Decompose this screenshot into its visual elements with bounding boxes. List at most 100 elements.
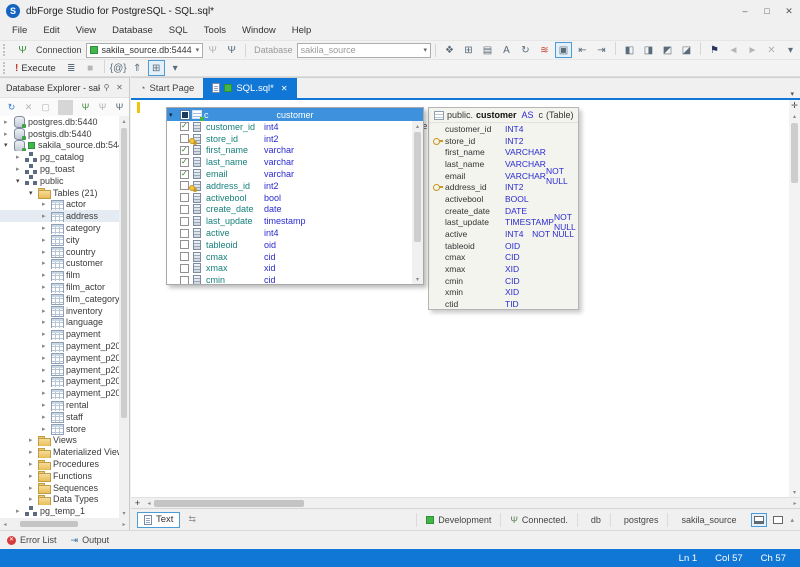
tree-item[interactable]: customer	[0, 258, 119, 270]
close-tab-icon[interactable]: ✕	[281, 84, 288, 93]
add-tab-group-button[interactable]: +	[131, 498, 144, 509]
expander-icon[interactable]	[42, 354, 51, 362]
column-checkbox[interactable]	[180, 122, 189, 131]
expander-icon[interactable]	[29, 472, 38, 480]
tree-item[interactable]: Materialized Views	[0, 446, 119, 458]
query-parameters-icon[interactable]: {@}	[110, 60, 127, 76]
status-segment[interactable]: postgres	[610, 513, 668, 527]
scrollbar-thumb[interactable]	[121, 128, 127, 418]
decrease-indent-icon[interactable]: ⇤	[574, 42, 591, 58]
popup-column-row[interactable]: address_id int2	[167, 180, 412, 192]
popup-scrollbar[interactable]: ▴ ▾	[412, 121, 423, 284]
expander-icon[interactable]	[42, 271, 51, 279]
toolbar-grip[interactable]	[3, 44, 9, 56]
tab-sql-document[interactable]: SQL.sql* ✕	[203, 78, 296, 98]
column-checkbox[interactable]	[180, 264, 189, 273]
clear-bookmarks-icon[interactable]: ✕	[763, 42, 780, 58]
tree-item[interactable]: inventory	[0, 305, 119, 317]
expander-icon[interactable]	[16, 177, 25, 185]
format-sql-icon[interactable]: ≋	[536, 42, 553, 58]
tree-item[interactable]: category	[0, 222, 119, 234]
popup-column-row[interactable]: last_name varchar	[167, 156, 412, 168]
column-checkbox[interactable]	[180, 229, 189, 238]
collapse-panel-icon[interactable]: ▴	[790, 516, 794, 524]
tree-item[interactable]: payment_p2007	[0, 352, 119, 364]
connection-select[interactable]: sakila_source.db:5444 ▾	[86, 43, 204, 58]
uncomment-icon[interactable]: ◨	[640, 42, 657, 58]
scroll-down-icon[interactable]: ▾	[790, 487, 800, 497]
tree-item[interactable]: Procedures	[0, 458, 119, 470]
expander-icon[interactable]	[29, 436, 38, 444]
popup-column-row[interactable]: activebool bool	[167, 192, 412, 204]
tree-item[interactable]: Tables (21)	[0, 187, 119, 199]
expander-icon[interactable]	[42, 366, 51, 374]
expander-icon[interactable]	[42, 307, 51, 315]
separator[interactable]	[615, 42, 616, 55]
tree-item[interactable]: pg_toast	[0, 163, 119, 175]
expander-icon[interactable]	[29, 460, 38, 468]
explorer-vertical-scrollbar[interactable]: ▴ ▾	[119, 116, 129, 518]
expander-icon[interactable]	[42, 425, 51, 433]
popup-column-row[interactable]: create_date date	[167, 204, 412, 216]
tree-item[interactable]: pg_temp_1	[0, 505, 119, 517]
scroll-down-icon[interactable]: ▾	[119, 508, 129, 518]
minimize-button[interactable]: –	[734, 2, 756, 20]
stop-icon[interactable]: ■	[82, 60, 99, 76]
tree-item[interactable]: pg_catalog	[0, 151, 119, 163]
tree-item[interactable]: film_actor	[0, 281, 119, 293]
new-sql-document-icon[interactable]: ❖	[441, 42, 458, 58]
font-size-icon[interactable]: A	[498, 42, 515, 58]
separator[interactable]	[104, 60, 105, 73]
scrollbar-thumb[interactable]	[154, 500, 304, 507]
error-list-tab[interactable]: ✕ Error List	[7, 535, 57, 545]
popup-column-row[interactable]: xmax xid	[167, 263, 412, 275]
expander-icon[interactable]	[42, 330, 51, 338]
database-select[interactable]: sakila_source ▾	[297, 43, 431, 58]
popup-column-row[interactable]: active int4	[167, 227, 412, 239]
popup-column-row[interactable]: cmin cid	[167, 274, 412, 284]
scroll-up-icon[interactable]: ▴	[790, 111, 800, 121]
toolbar-grip[interactable]	[3, 62, 9, 74]
tree-item[interactable]: rental	[0, 399, 119, 411]
popup-column-row[interactable]: first_name varchar	[167, 145, 412, 157]
expander-icon[interactable]	[42, 342, 51, 350]
column-checkbox[interactable]	[180, 217, 189, 226]
tree-item[interactable]: country	[0, 246, 119, 258]
expander-icon[interactable]	[42, 318, 51, 326]
connect-icon[interactable]: Ψ	[95, 100, 110, 115]
scroll-right-icon[interactable]: ▸	[790, 498, 800, 508]
execute-button[interactable]: Execute	[21, 63, 55, 74]
popup-column-row[interactable]: email varchar	[167, 168, 412, 180]
tree-item[interactable]: payment_p2007	[0, 387, 119, 399]
expander-icon[interactable]	[42, 259, 51, 267]
column-checkbox[interactable]	[180, 252, 189, 261]
tree-item[interactable]: payment_p2007	[0, 376, 119, 388]
tree-item[interactable]: store	[0, 423, 119, 435]
swap-view-icon[interactable]: ⇆	[188, 514, 196, 525]
tab-start-page[interactable]: ◔ Start Page	[131, 78, 203, 98]
popup-column-row[interactable]: customer_id int4	[167, 121, 412, 133]
results-pane-horizontal-icon[interactable]	[751, 513, 767, 527]
editor-vertical-scrollbar[interactable]: ✛ ▴ ▾	[789, 100, 800, 497]
expander-icon[interactable]	[42, 248, 51, 256]
previous-bookmark-icon[interactable]: ◄	[725, 42, 742, 58]
popup-column-row[interactable]: store_id int2	[167, 133, 412, 145]
menu-file[interactable]: File	[4, 22, 35, 40]
next-bookmark-icon[interactable]: ►	[744, 42, 761, 58]
expander-icon[interactable]	[42, 377, 51, 385]
scrollbar-thumb[interactable]	[791, 123, 798, 183]
indent-block-icon[interactable]: ◪	[678, 42, 695, 58]
expander-icon[interactable]	[4, 130, 13, 138]
status-segment[interactable]: Development	[416, 513, 500, 527]
results-layout-icon[interactable]: ⊞	[148, 60, 165, 76]
scroll-up-icon[interactable]: ▴	[413, 121, 423, 131]
expander-icon[interactable]	[16, 153, 25, 161]
documents-outline-icon[interactable]: ▤	[479, 42, 496, 58]
menu-window[interactable]: Window	[234, 22, 284, 40]
explorer-horizontal-scrollbar[interactable]: ◂ ▸	[0, 518, 129, 530]
new-connection-icon[interactable]: Ψ	[14, 42, 31, 58]
expander-icon[interactable]	[29, 484, 38, 492]
export-results-icon[interactable]: ⇑	[129, 60, 146, 76]
scroll-up-icon[interactable]: ▴	[119, 116, 129, 126]
column-checkbox[interactable]	[180, 240, 189, 249]
